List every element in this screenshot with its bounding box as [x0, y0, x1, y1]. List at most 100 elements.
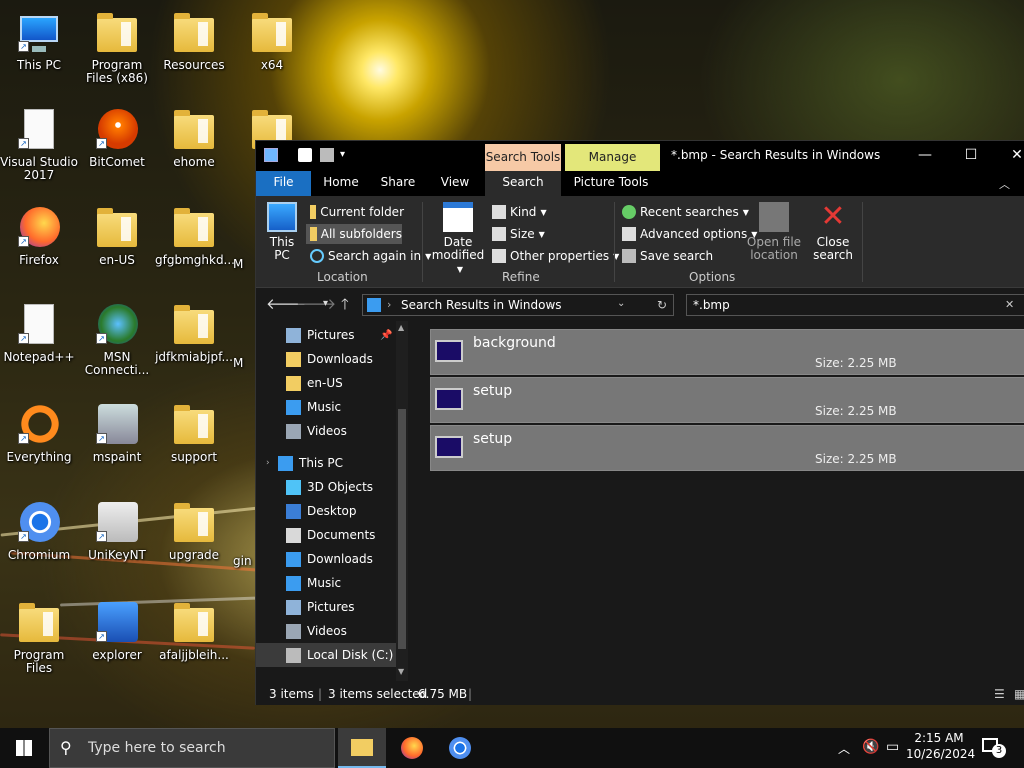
desktop-icon-chromium[interactable]: ↗ Chromium — [0, 500, 78, 562]
desktop-icon-msn-connecti[interactable]: ↗ MSN Connecti... — [78, 302, 156, 377]
refresh-icon[interactable]: ↻ — [657, 298, 667, 312]
result-item[interactable]: setup Size: 2.25 MB — [430, 425, 1024, 471]
nav-item-downloads[interactable]: Downloads — [256, 347, 396, 371]
tab-file[interactable]: File — [256, 171, 311, 196]
kind-button[interactable]: Kind ▼ — [492, 202, 547, 222]
nav-scroll-thumb[interactable] — [398, 409, 406, 649]
scroll-up-icon[interactable]: ▲ — [398, 323, 404, 332]
minimize-button[interactable]: — — [902, 141, 948, 171]
close-search-button[interactable]: ✕ Close search — [810, 202, 856, 262]
scroll-down-icon[interactable]: ▼ — [398, 667, 404, 676]
tab-share[interactable]: Share — [373, 171, 423, 196]
size-button[interactable]: Size ▼ — [492, 224, 545, 244]
nav-item-en-us[interactable]: en-US — [256, 371, 396, 395]
search-again-in-button[interactable]: Search again in ▼ — [306, 246, 431, 266]
up-arrow-icon[interactable]: 🡑 — [341, 294, 349, 319]
result-item[interactable]: setup Size: 2.25 MB — [430, 377, 1024, 423]
customize-quick-access-icon[interactable]: ▾ — [340, 148, 354, 162]
desktop-icon-resources[interactable]: Resources — [155, 10, 233, 72]
desktop-icon-gfgbmghkd[interactable]: gfgbmghkd... — [155, 205, 235, 267]
search-input[interactable]: *.bmp ✕ — [686, 294, 1024, 316]
desktop-icon-partial-label[interactable]: M — [233, 258, 255, 271]
desktop-icon-firefox[interactable]: ↗ Firefox — [0, 205, 78, 267]
current-folder-button[interactable]: Current folder — [306, 202, 404, 222]
close-button[interactable]: ✕ — [994, 141, 1024, 171]
all-subfolders-button[interactable]: All subfolders — [306, 224, 402, 244]
properties-icon[interactable] — [298, 148, 312, 162]
nav-item-documents[interactable]: Documents — [256, 523, 396, 547]
recent-locations-icon[interactable]: ▾ — [323, 298, 328, 309]
desktop-icon-mspaint[interactable]: ↗ mspaint — [78, 402, 156, 464]
tab-home[interactable]: Home — [316, 171, 366, 196]
nav-item-music[interactable]: Music — [256, 571, 396, 595]
desktop-icon-support[interactable]: support — [155, 402, 233, 464]
volume-muted-icon[interactable]: 🔇 — [862, 739, 879, 755]
nav-item-videos[interactable]: Videos — [256, 619, 396, 643]
tab-view[interactable]: View — [431, 171, 479, 196]
desktop-icon-visual-studio-2017[interactable]: ↗ Visual Studio 2017 — [0, 107, 78, 182]
other-properties-button[interactable]: Other properties ▼ — [492, 246, 619, 266]
breadcrumb[interactable]: Search Results in Windows — [401, 298, 562, 312]
address-bar[interactable]: › Search Results in Windows › ⌄ ↻ — [362, 294, 674, 316]
explorer-app-icon[interactable] — [264, 148, 278, 162]
desktop-icon-jdfkmiabjpf[interactable]: jdfkmiabjpf... — [155, 302, 233, 364]
pin-icon[interactable]: 📌 — [380, 330, 392, 341]
maximize-button[interactable]: ☐ — [948, 141, 994, 171]
chromium-taskbar-button[interactable] — [436, 728, 484, 768]
firefox-taskbar-button[interactable] — [388, 728, 436, 768]
network-icon[interactable]: ▭ — [886, 739, 899, 755]
desktop-icon-afaljjbleih[interactable]: afaljjbleih... — [155, 600, 233, 662]
recent-searches-button[interactable]: Recent searches ▼ — [622, 202, 749, 222]
nav-item-downloads[interactable]: Downloads — [256, 547, 396, 571]
desktop-icon-x64[interactable]: x64 — [233, 10, 311, 72]
action-center-button[interactable]: 3 — [980, 736, 1008, 760]
collapse-ribbon-icon[interactable]: ︿ — [999, 176, 1010, 192]
desktop-icon-unikeynt[interactable]: ↗ UniKeyNT — [78, 500, 156, 562]
desktop-icon-program-files[interactable]: Program Files — [0, 600, 78, 675]
desktop-icon-explorer[interactable]: ↗ explorer — [78, 600, 156, 662]
nav-item-this-pc[interactable]: › This PC — [256, 451, 396, 475]
desktop-icon-partial-label[interactable]: gin — [233, 555, 255, 568]
tab-picture-tools[interactable]: Picture Tools — [568, 171, 654, 196]
nav-item-3d-objects[interactable]: 3D Objects — [256, 475, 396, 499]
desktop-icon-program-files-x86[interactable]: Program Files (x86) — [78, 10, 156, 85]
desktop-icon-en-us[interactable]: en-US — [78, 205, 156, 267]
details-view-icon[interactable]: ☰ — [994, 687, 1005, 701]
clock[interactable]: 2:15 AM 10/26/2024 — [906, 731, 975, 761]
desktop-icon-bitcomet[interactable]: ↗ BitComet — [78, 107, 156, 169]
date-modified-button[interactable]: Date modified▼ — [426, 202, 490, 276]
chevron-right-icon[interactable]: › — [266, 458, 270, 468]
save-search-button[interactable]: Save search — [622, 246, 713, 266]
nav-item-desktop[interactable]: Desktop — [256, 499, 396, 523]
nav-item-videos[interactable]: Videos — [256, 419, 396, 443]
new-folder-icon[interactable] — [320, 148, 334, 162]
taskbar-search[interactable]: ⚲ Type here to search — [49, 728, 335, 768]
advanced-options-button[interactable]: Advanced options ▼ — [622, 224, 757, 244]
desktop-icon-partial-label[interactable]: M — [233, 357, 255, 370]
desktop-icon-upgrade[interactable]: upgrade — [155, 500, 233, 562]
nav-item-music[interactable]: Music — [256, 395, 396, 419]
address-dropdown-icon[interactable]: ⌄ — [617, 298, 625, 309]
desktop-icon-everything[interactable]: ↗ Everything — [0, 402, 78, 464]
this-pc-button[interactable]: This PC — [262, 202, 302, 262]
desktop-icon-notepad[interactable]: ↗ Notepad++ — [0, 302, 78, 364]
forward-arrow-icon[interactable]: 🡒 — [296, 294, 336, 313]
desktop-icon-ehome[interactable]: ehome — [155, 107, 233, 169]
nav-item-local-disk-c[interactable]: Local Disk (C:) — [256, 643, 396, 667]
clear-search-icon[interactable]: ✕ — [1005, 298, 1014, 311]
desktop-icon-this-pc[interactable]: ↗ This PC — [0, 10, 78, 72]
results-pane: background Size: 2.25 MB setup Size: 2.25 M… — [414, 321, 1024, 681]
file-explorer-taskbar-button[interactable] — [338, 728, 386, 768]
tab-search[interactable]: Search — [485, 171, 561, 196]
nav-scrollbar[interactable]: ▲ ▼ — [396, 321, 408, 681]
nav-item-pictures[interactable]: Pictures — [256, 595, 396, 619]
show-hidden-icons-icon[interactable]: ︿ — [838, 740, 850, 757]
start-button[interactable] — [0, 728, 48, 768]
nav-item-pictures[interactable]: Pictures 📌 — [256, 323, 396, 347]
tab-manage[interactable]: Manage — [565, 144, 660, 171]
result-item[interactable]: background Size: 2.25 MB — [430, 329, 1024, 375]
tab-search-tools[interactable]: Search Tools — [485, 144, 561, 171]
large-icons-view-icon[interactable]: ▦ — [1014, 687, 1024, 701]
open-file-location-button[interactable]: Open file location — [746, 202, 802, 262]
title-bar[interactable]: ▾ Search Tools Manage *.bmp - Search Res… — [256, 141, 1024, 171]
